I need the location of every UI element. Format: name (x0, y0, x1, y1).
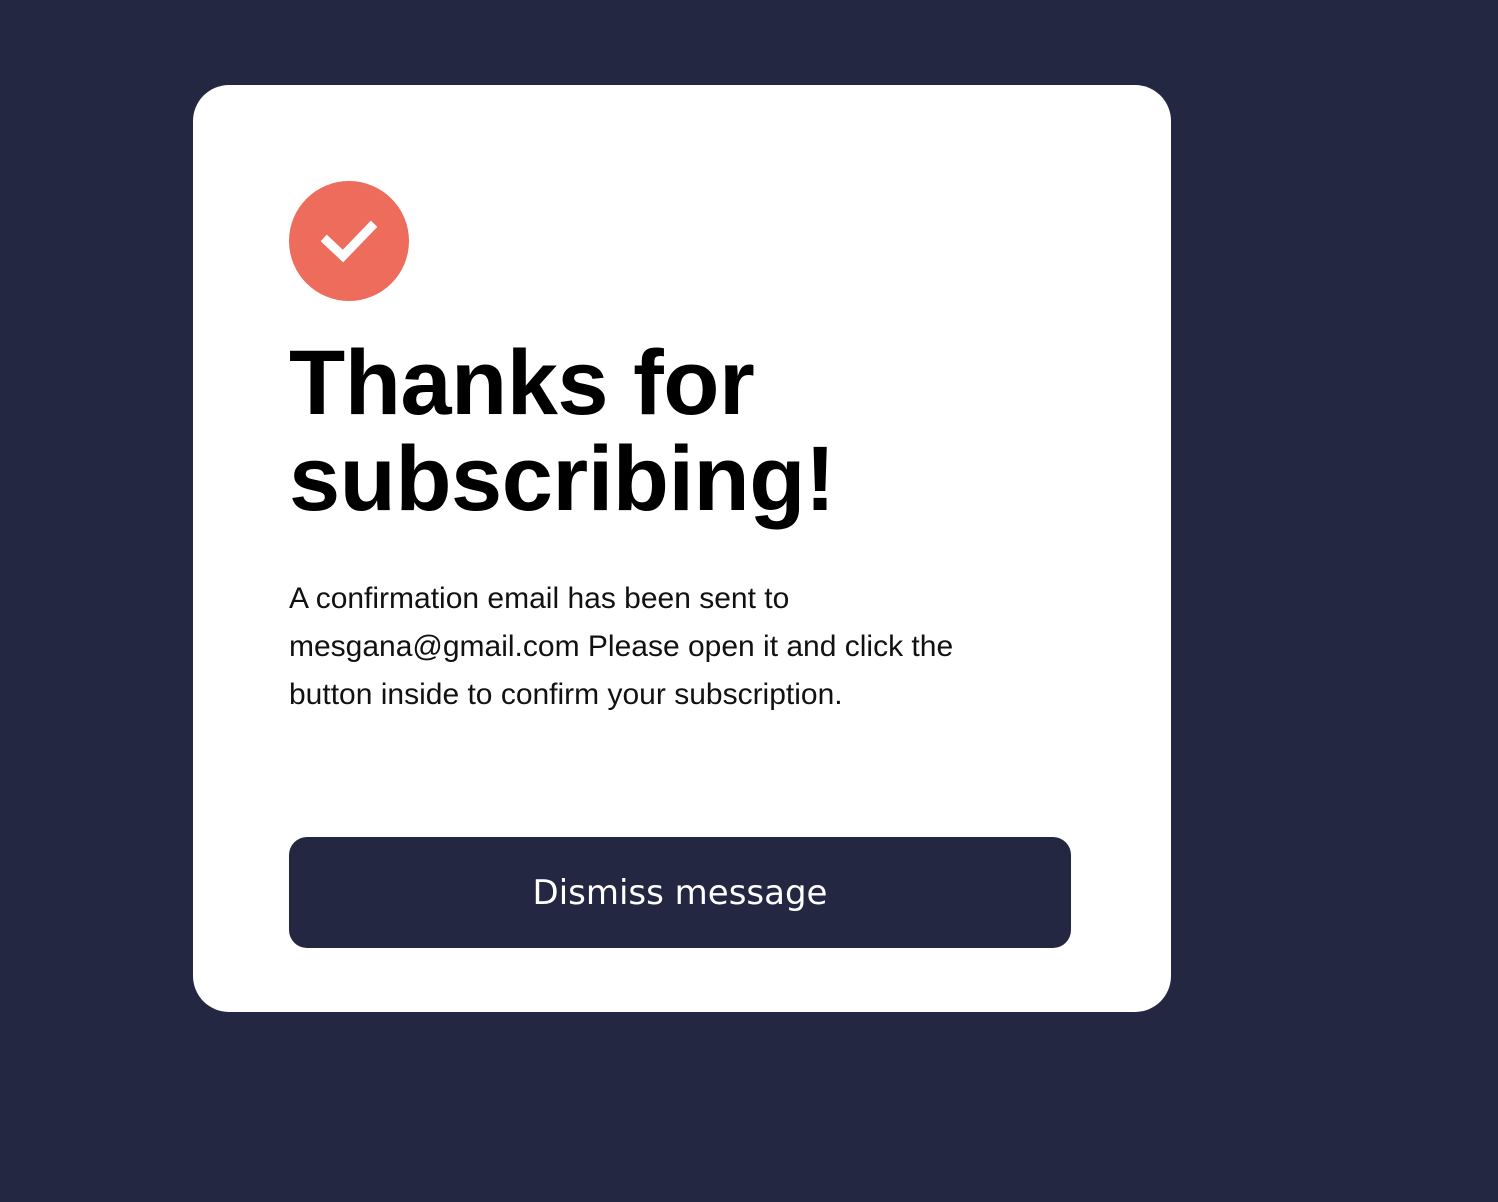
dismiss-button[interactable]: Dismiss message (289, 837, 1071, 948)
checkmark-icon (320, 220, 378, 263)
title-line-1: Thanks for (289, 332, 755, 434)
page-title: Thanks for subscribing! (289, 335, 1075, 527)
success-badge (289, 181, 409, 301)
title-line-2: subscribing! (289, 428, 836, 530)
confirmation-message: A confirmation email has been sent to me… (289, 582, 954, 711)
success-card: Thanks for subscribing! A confirmation e… (193, 85, 1171, 1012)
